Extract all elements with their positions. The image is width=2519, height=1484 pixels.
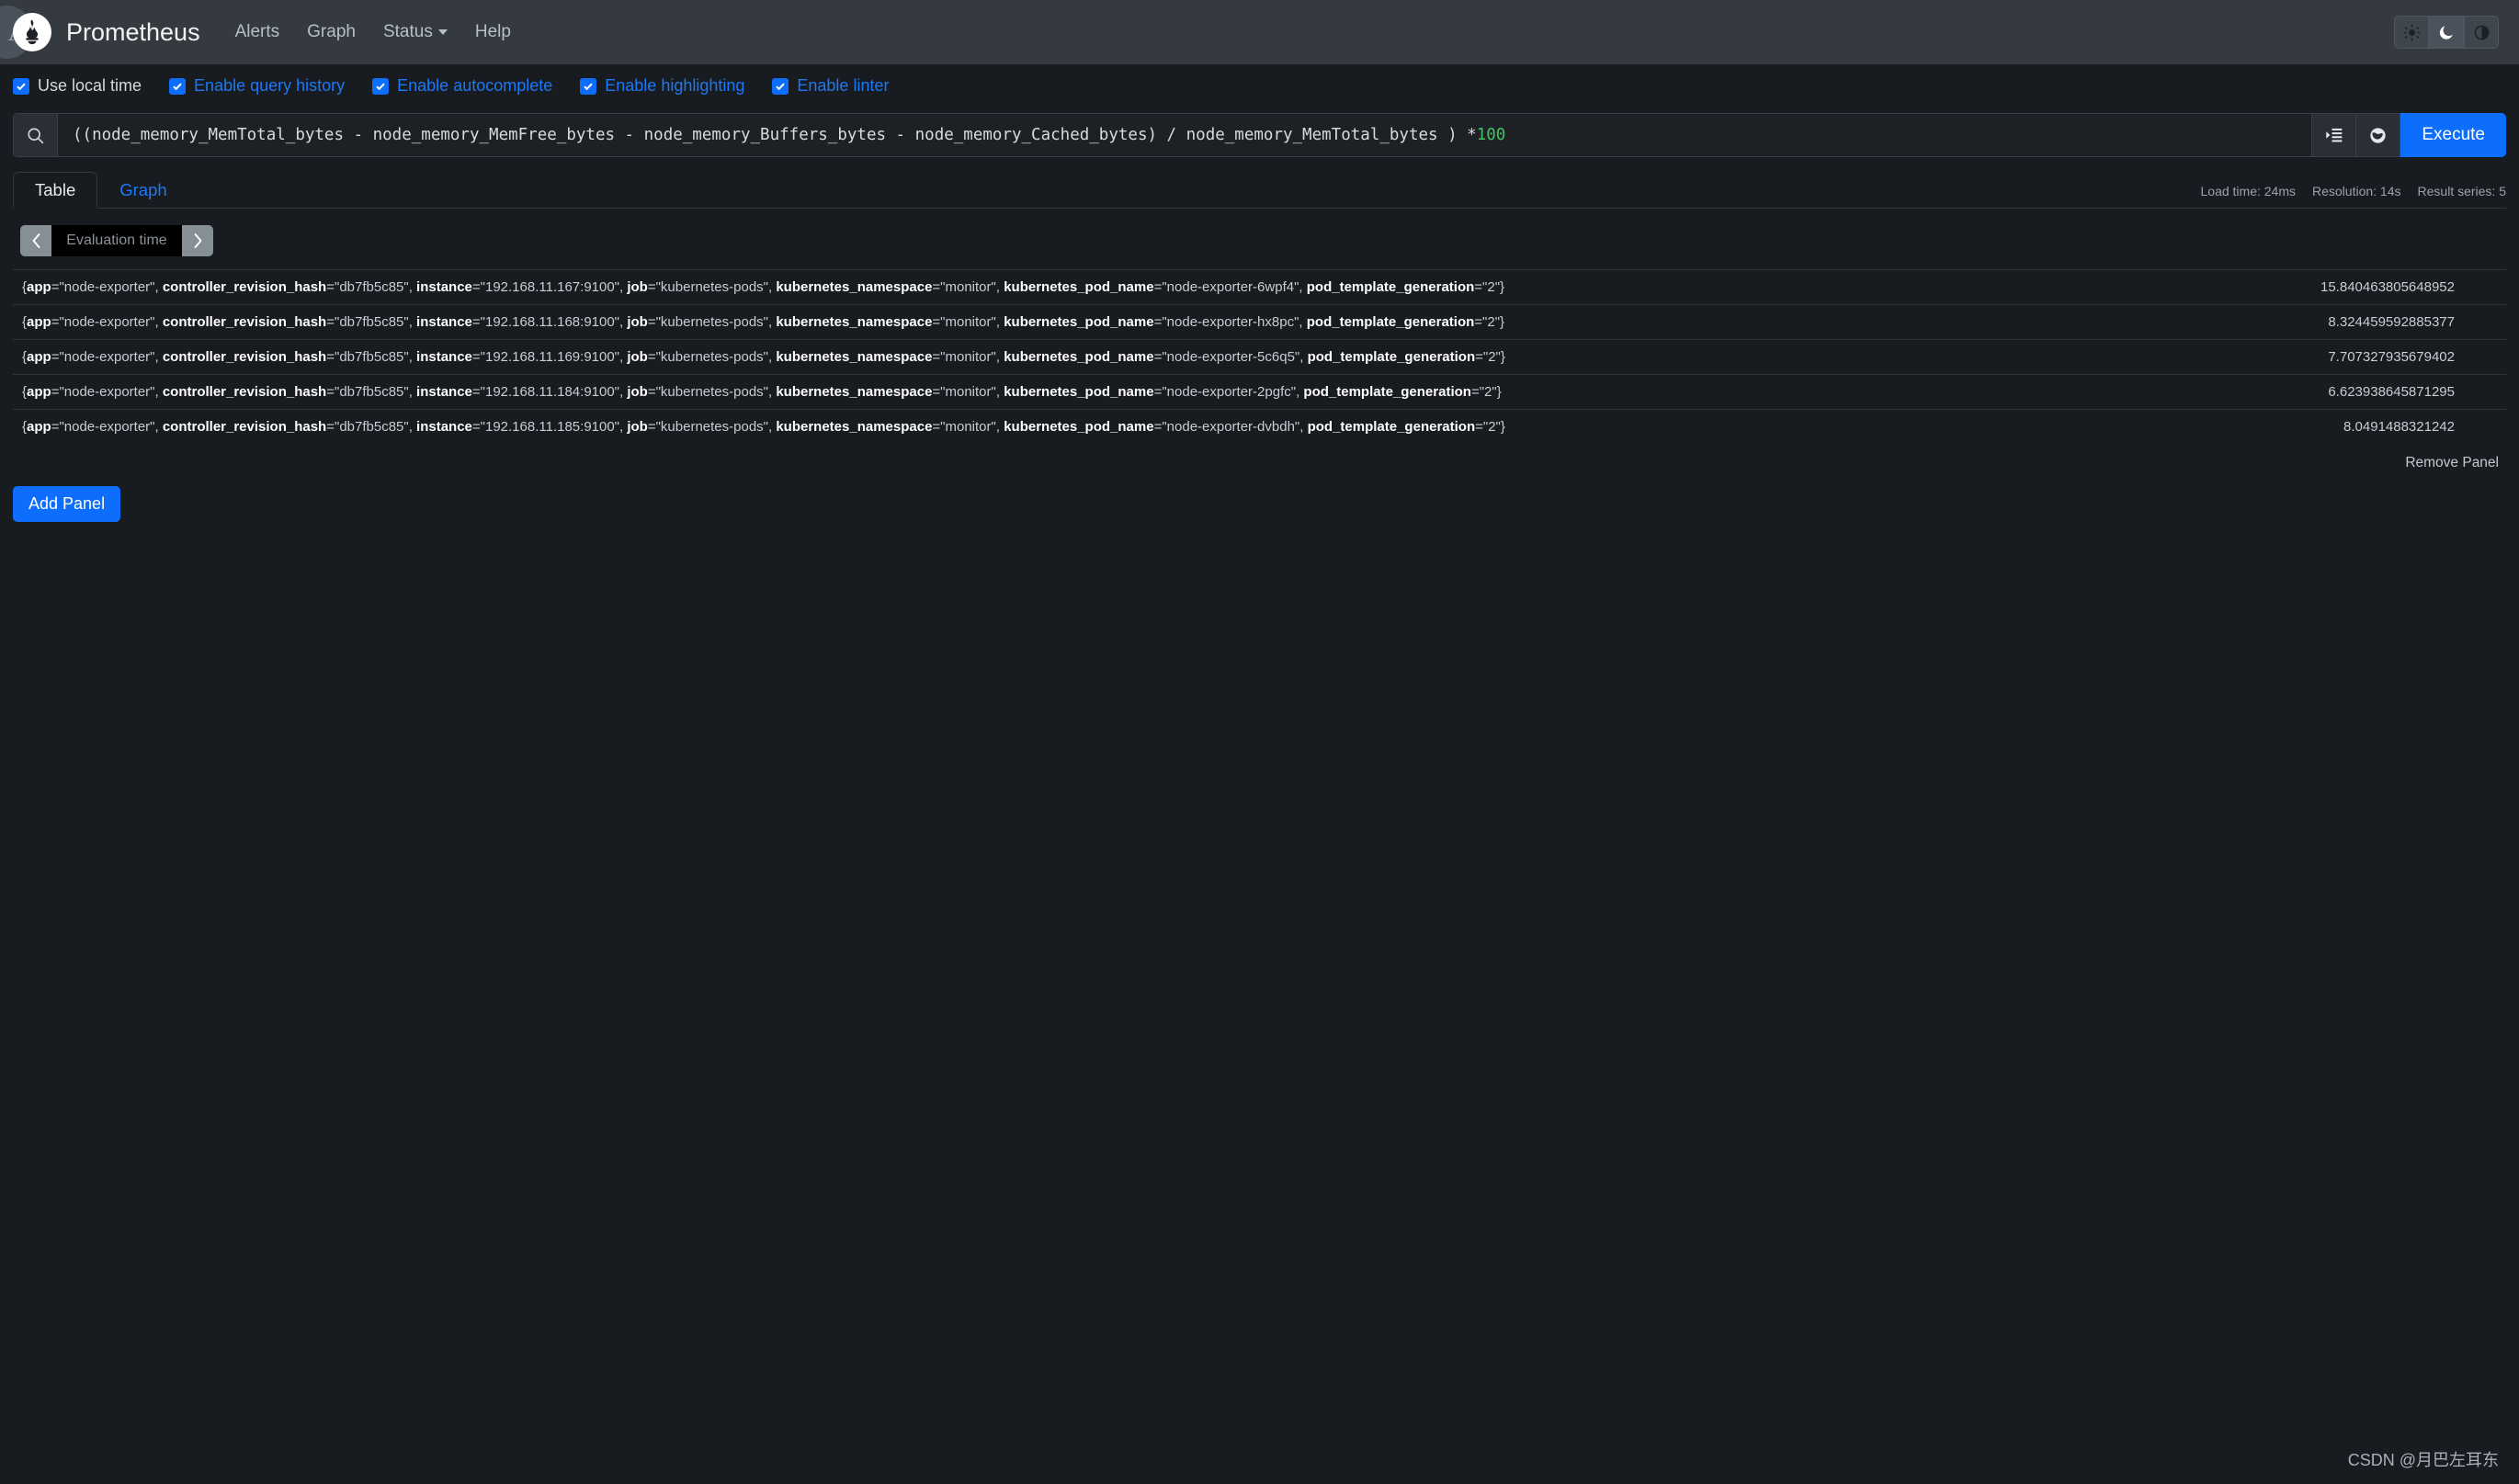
auto-theme-button[interactable] [2464,16,2499,49]
query-history-button[interactable] [2356,113,2401,157]
chevron-left-icon [32,233,40,248]
query-bar: ((node_memory_MemTotal_bytes - node_memo… [13,113,2506,157]
query-input[interactable]: ((node_memory_MemTotal_bytes - node_memo… [58,114,2311,156]
table-row[interactable]: {app="node-exporter", controller_revisio… [13,304,2506,339]
checkbox-enable-linter-label: Enable linter [797,76,890,95]
prometheus-logo-icon[interactable] [13,13,51,51]
checkbox-checked-icon[interactable] [13,77,29,95]
watermark: CSDN @月巴左耳东 [2347,1451,2499,1469]
query-expression-text: ((node_memory_MemTotal_bytes - node_memo… [73,126,1477,144]
tab-table[interactable]: Table [13,172,98,209]
torch-icon [26,19,39,45]
series-value: 15.840463805648952 [2320,279,2455,295]
remove-panel-row: Remove Panel [0,444,2519,471]
half-circle-icon [2474,25,2489,40]
checkbox-enable-highlighting-label: Enable highlighting [605,76,745,95]
navbar: A Prometheus Alerts Graph Status Help [0,0,2519,64]
nav-link-help-label: Help [474,22,511,41]
checkbox-enable-query-history-label: Enable query history [194,76,346,95]
stat-result-series: Result series: 5 [2417,184,2506,198]
series-value: 7.707327935679402 [2328,349,2455,365]
checkbox-use-local-time[interactable]: Use local time [13,76,142,96]
nav-link-graph-label: Graph [307,22,356,41]
chevron-down-icon [437,29,448,35]
checkbox-checked-icon[interactable] [372,77,390,95]
chevron-right-icon [194,233,201,248]
checkbox-checked-icon[interactable] [772,77,789,95]
tab-table-label: Table [35,180,76,199]
checkbox-enable-query-history[interactable]: Enable query history [169,76,345,96]
checkbox-checked-icon[interactable] [169,77,187,95]
checkbox-enable-highlighting[interactable]: Enable highlighting [580,76,744,96]
tab-graph[interactable]: Graph [97,172,188,209]
remove-panel-button[interactable]: Remove Panel [2405,455,2499,471]
nav-link-graph[interactable]: Graph [307,22,356,42]
series-value: 6.623938645871295 [2328,384,2455,400]
search-icon [14,114,58,156]
evaluation-time-row: Evaluation time [0,209,2519,256]
series-labels: {app="node-exporter", controller_revisio… [22,314,1505,330]
metrics-explorer-icon [2326,128,2343,142]
query-stats: Load time: 24ms Resolution: 14s Result s… [2201,184,2507,208]
checkbox-enable-autocomplete-label: Enable autocomplete [397,76,553,95]
series-value: 8.0491488321242 [2343,419,2455,435]
table-row[interactable]: {app="node-exporter", controller_revisio… [13,269,2506,304]
nav-link-help[interactable]: Help [475,22,511,42]
series-value: 8.324459592885377 [2328,314,2455,330]
eval-time-prev-button[interactable] [20,225,51,256]
nav-link-alerts-label: Alerts [234,22,280,41]
result-table: {app="node-exporter", controller_revisio… [13,269,2506,444]
add-panel-row: Add Panel [0,471,2519,522]
series-labels: {app="node-exporter", controller_revisio… [22,349,1505,365]
table-row[interactable]: {app="node-exporter", controller_revisio… [13,409,2506,444]
sun-icon [2402,23,2421,41]
query-input-wrapper[interactable]: ((node_memory_MemTotal_bytes - node_memo… [13,113,2313,157]
tab-graph-label: Graph [119,180,167,199]
stat-load-time: Load time: 24ms [2200,184,2297,198]
nav-links: Alerts Graph Status Help [235,22,511,42]
result-tabs: Table Graph Load time: 24ms Resolution: … [13,170,2506,209]
stat-resolution: Resolution: 14s [2312,184,2401,198]
add-panel-button[interactable]: Add Panel [13,486,121,522]
checkbox-checked-icon[interactable] [580,77,597,95]
execute-button[interactable]: Execute [2400,113,2506,157]
nav-link-alerts[interactable]: Alerts [235,22,280,42]
checkbox-enable-autocomplete[interactable]: Enable autocomplete [372,76,552,96]
nav-link-status-label: Status [382,22,433,41]
theme-switcher [2394,16,2499,49]
eval-time-next-button[interactable] [182,225,213,256]
brand-title[interactable]: Prometheus [66,18,200,47]
metrics-explorer-button[interactable] [2312,113,2357,157]
evaluation-time-group: Evaluation time [20,225,213,256]
evaluation-time-input[interactable]: Evaluation time [51,225,182,256]
checkbox-use-local-time-label: Use local time [38,76,142,95]
execute-button-label: Execute [2422,125,2485,144]
checkbox-enable-linter[interactable]: Enable linter [772,76,889,96]
query-expression-number: 100 [1476,126,1506,144]
series-labels: {app="node-exporter", controller_revisio… [22,384,1502,400]
query-options-bar: Use local time Enable query history Enab… [0,64,2519,108]
nav-link-status[interactable]: Status [383,22,448,42]
moon-icon [2439,26,2453,40]
series-labels: {app="node-exporter", controller_revisio… [22,279,1505,295]
table-row[interactable]: {app="node-exporter", controller_revisio… [13,374,2506,409]
table-row[interactable]: {app="node-exporter", controller_revisio… [13,339,2506,374]
light-theme-button[interactable] [2394,16,2429,49]
series-labels: {app="node-exporter", controller_revisio… [22,419,1505,435]
dark-theme-button[interactable] [2429,16,2464,49]
globe-history-icon [2370,127,2386,143]
